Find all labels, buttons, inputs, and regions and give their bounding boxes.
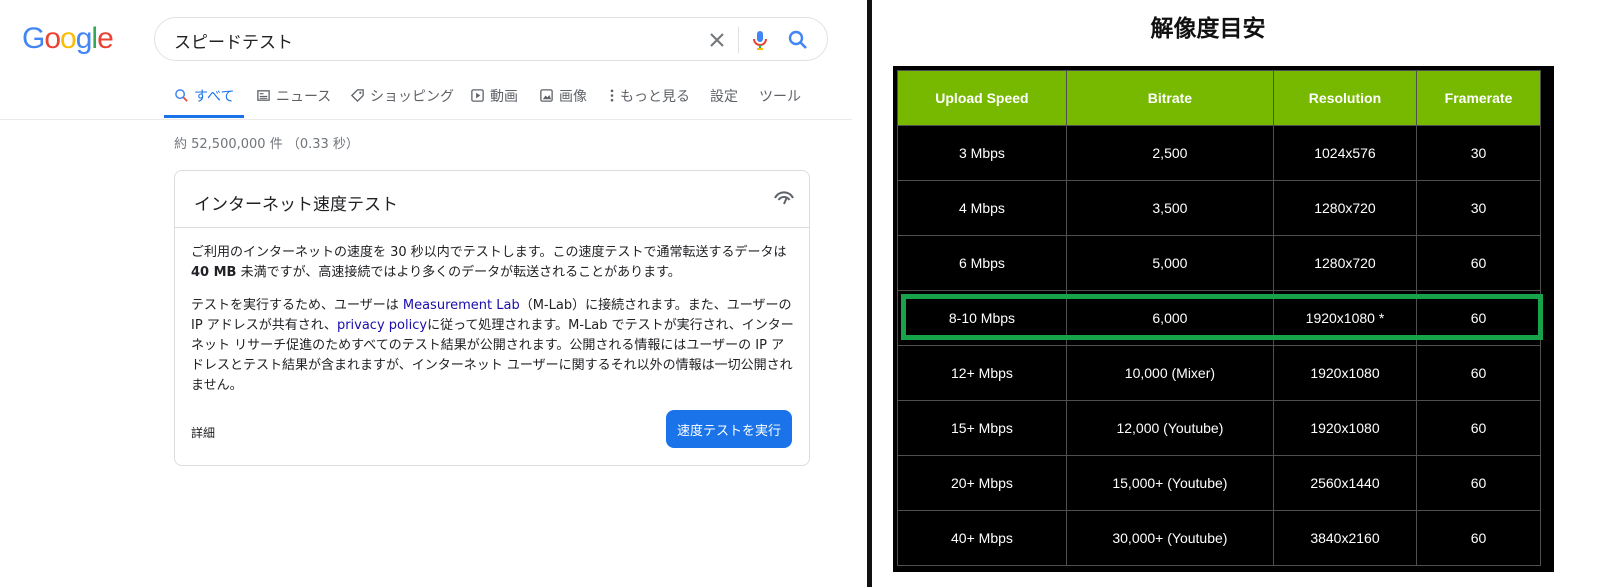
table-row-highlighted: 8-10 Mbps 6,000 1920x1080 * 60 xyxy=(897,290,1541,346)
table-cell: 5,000 xyxy=(1065,235,1274,291)
table-cell: 3840x2160 xyxy=(1272,510,1418,566)
mic-icon[interactable] xyxy=(748,28,772,52)
table-cell: 6 Mbps xyxy=(897,235,1067,291)
table-header-row: Upload Speed Bitrate Resolution Framerat… xyxy=(897,70,1541,126)
table-cell: 6,000 xyxy=(1065,290,1274,346)
google-search-pane: Google スピードテスト すべて ニュース ショッピング 動画 画像 もっと… xyxy=(0,0,880,587)
table-cell: 1920x1080 xyxy=(1272,345,1418,401)
video-icon xyxy=(471,89,484,102)
tab-videos[interactable]: 動画 xyxy=(470,86,518,120)
search-icon[interactable] xyxy=(786,28,810,52)
tab-settings[interactable]: 設定 xyxy=(710,86,738,120)
image-icon xyxy=(540,89,553,102)
privacy-text: テストを実行するため、ユーザーは xyxy=(191,298,403,313)
tab-images[interactable]: 画像 xyxy=(539,86,587,120)
table-cell: 60 xyxy=(1416,235,1541,291)
search-input[interactable]: スピードテスト xyxy=(174,28,293,53)
table-row: 3 Mbps 2,500 1024x576 30 xyxy=(897,125,1541,181)
run-speed-test-button[interactable]: 速度テストを実行 xyxy=(666,410,792,448)
more-vert-icon xyxy=(610,89,614,102)
tab-shopping[interactable]: ショッピング xyxy=(350,86,454,120)
card-header: インターネット速度テスト xyxy=(175,171,809,228)
speed-gauge-icon xyxy=(774,191,794,205)
news-icon xyxy=(257,90,270,101)
table-row: 15+ Mbps 12,000 (Youtube) 1920x1080 60 xyxy=(897,400,1541,456)
active-tab-indicator xyxy=(164,115,244,118)
resolution-table-frame: Upload Speed Bitrate Resolution Framerat… xyxy=(893,66,1554,572)
resolution-table: Upload Speed Bitrate Resolution Framerat… xyxy=(897,70,1541,566)
table-cell: 60 xyxy=(1416,345,1541,401)
table-row: 20+ Mbps 15,000+ (Youtube) 2560x1440 60 xyxy=(897,455,1541,511)
table-cell: 40+ Mbps xyxy=(897,510,1067,566)
table-cell: 8-10 Mbps xyxy=(897,290,1067,346)
table-cell: 60 xyxy=(1416,400,1541,456)
privacy-policy-link[interactable]: privacy policy xyxy=(337,318,427,333)
tab-label: ツール xyxy=(759,89,801,105)
table-cell: 15,000+ (Youtube) xyxy=(1065,455,1274,511)
table-cell: 10,000 (Mixer) xyxy=(1065,345,1274,401)
table-cell: 1920x1080 * xyxy=(1272,290,1418,346)
table-cell: 60 xyxy=(1416,290,1541,346)
column-header: Resolution xyxy=(1272,70,1418,126)
card-privacy-text: テストを実行するため、ユーザーは Measurement Lab（M-Lab）に… xyxy=(191,296,797,396)
table-cell: 3 Mbps xyxy=(897,125,1067,181)
column-header: Bitrate xyxy=(1065,70,1274,126)
table-cell: 30 xyxy=(1416,125,1541,181)
tab-label: 動画 xyxy=(490,89,518,105)
tab-label: ニュース xyxy=(276,89,332,105)
table-cell: 20+ Mbps xyxy=(897,455,1067,511)
search-divider xyxy=(738,27,739,53)
table-cell: 1024x576 xyxy=(1272,125,1418,181)
table-row: 12+ Mbps 10,000 (Mixer) 1920x1080 60 xyxy=(897,345,1541,401)
table-cell: 4 Mbps xyxy=(897,180,1067,236)
table-cell: 30 xyxy=(1416,180,1541,236)
tab-label: ショッピング xyxy=(370,89,454,105)
tab-label: 設定 xyxy=(710,89,738,105)
desc-bold: 40 MB xyxy=(191,265,237,280)
resolution-guide-panel: 解像度目安 Upload Speed Bitrate Resolution Fr… xyxy=(880,0,1609,587)
table-cell: 12+ Mbps xyxy=(897,345,1067,401)
table-cell: 1920x1080 xyxy=(1272,400,1418,456)
table-title: 解像度目安 xyxy=(1150,16,1266,42)
tabs-divider xyxy=(0,119,852,120)
column-header: Framerate xyxy=(1416,70,1541,126)
table-cell: 60 xyxy=(1416,510,1541,566)
table-cell: 60 xyxy=(1416,455,1541,511)
measurement-lab-link[interactable]: Measurement Lab xyxy=(403,298,520,313)
desc-text: ご利用のインターネットの速度を 30 秒以内でテストします。この速度テストで通常… xyxy=(191,245,787,260)
search-icon xyxy=(175,89,188,102)
table-cell: 2560x1440 xyxy=(1272,455,1418,511)
table-cell: 3,500 xyxy=(1065,180,1274,236)
table-cell: 1280x720 xyxy=(1272,180,1418,236)
result-stats: 約 52,500,000 件 （0.33 秒） xyxy=(174,137,359,152)
table-cell: 30,000+ (Youtube) xyxy=(1065,510,1274,566)
tab-more[interactable]: もっと見る xyxy=(609,86,690,120)
tag-icon xyxy=(350,89,364,103)
table-row: 40+ Mbps 30,000+ (Youtube) 3840x2160 60 xyxy=(897,510,1541,566)
table-row: 4 Mbps 3,500 1280x720 30 xyxy=(897,180,1541,236)
tab-label: 画像 xyxy=(559,89,587,105)
desc-text: 未満ですが、高速接続ではより多くのデータが転送されることがあります。 xyxy=(236,265,681,280)
card-title: インターネット速度テスト xyxy=(194,195,398,215)
details-link[interactable]: 詳細 xyxy=(191,424,215,441)
speed-test-card: インターネット速度テスト ご利用のインターネットの速度を 30 秒以内でテストし… xyxy=(174,170,810,466)
column-header: Upload Speed xyxy=(897,70,1067,126)
table-cell: 12,000 (Youtube) xyxy=(1065,400,1274,456)
google-logo[interactable]: Google xyxy=(22,22,114,56)
card-description: ご利用のインターネットの速度を 30 秒以内でテストします。この速度テストで通常… xyxy=(191,243,797,283)
table-row: 6 Mbps 5,000 1280x720 60 xyxy=(897,235,1541,291)
tab-label: もっと見る xyxy=(620,89,690,105)
table-cell: 15+ Mbps xyxy=(897,400,1067,456)
table-cell: 1280x720 xyxy=(1272,235,1418,291)
clear-icon[interactable] xyxy=(705,28,729,52)
tab-news[interactable]: ニュース xyxy=(256,86,331,120)
panel-divider xyxy=(867,0,872,587)
search-box[interactable]: スピードテスト xyxy=(154,17,828,61)
tab-label: すべて xyxy=(194,89,235,105)
tab-tools[interactable]: ツール xyxy=(759,86,801,120)
table-cell: 2,500 xyxy=(1065,125,1274,181)
